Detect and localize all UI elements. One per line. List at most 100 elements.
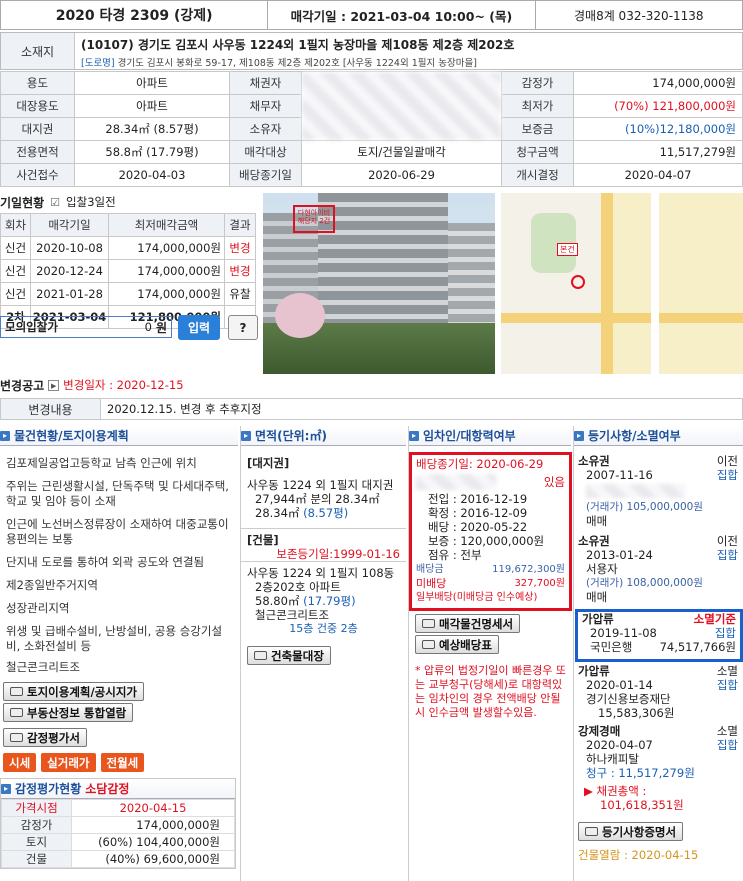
registry-link[interactable]: 집합 [717,548,738,562]
deposit-value: (10%)12,180,000원 [573,117,743,141]
history-round: 신건 [0,259,31,283]
appraisal-label: 토지 [1,833,72,851]
registry-status: 소멸 [716,724,738,738]
info-label: 감정가 [501,71,574,95]
appraisal-value: (40%) 69,600,000원 [71,850,235,868]
info-value: 58.8㎡ (17.79평) [74,140,230,164]
registry-name: 경기신용보증재단 [586,692,671,706]
history-result: 변경 [224,236,256,260]
appraisal-report-button[interactable]: 감정평가서 [3,728,87,747]
registry-date: 2013-01-24 [586,548,653,562]
info-label: 개시결정 [501,163,574,187]
land-pyeong: (8.57평) [303,506,349,520]
registry-link[interactable]: 집합 [717,738,738,752]
tenant-field: 배당 [428,520,450,534]
tenant-warning: * 압류의 법정기일이 빠른경우 또는 교부청구(당해세)로 대항력있는 임차인… [415,664,567,719]
property-desc: 철근콘크리트조 [6,660,81,674]
land-plan-button[interactable]: 토지이용계획/공시지가 [3,682,144,701]
mock-bid-box: 모의입찰가 0 원 [0,316,172,338]
registry-claim: 청구 : 11,517,279원 [586,766,695,780]
registry-kind: 매매 [586,514,608,528]
road-name-badge[interactable]: [도로명] [81,58,115,69]
history-title: 기일현황 [0,195,45,210]
appraisal-value: 2020-04-15 [71,799,235,817]
history-date: 2020-12-24 [30,259,109,283]
registry-date: 2020-01-14 [586,678,653,692]
info-value: 토지/건물일괄매각 [301,140,502,164]
property-photo[interactable]: 다현아이비 해당지 2건 [263,193,495,374]
registry-link[interactable]: 집합 [717,468,738,482]
building-ledger-button[interactable]: 건축물대장 [247,646,331,665]
registry-type: 가압류 [582,612,614,626]
column-registry: ▸ 등기사항/소멸여부 소유권 이전 2007-11-16 집합 (거래가) 105,… [573,426,743,881]
case-header: 2020 타경 2309 (강제) 매각기일 : 2021-03-04 10:0… [0,0,743,30]
road-address: 경기도 김포시 봉화로 59-17, 제108동 제2층 제202호 [사우동 … [117,58,477,69]
play-icon[interactable]: ▶ [48,379,60,391]
registry-link[interactable]: 집합 [715,626,736,640]
history-date: 2020-10-08 [30,236,109,260]
claim-total-label: 채권총액 : [596,784,647,798]
change-content-row: 변경내용 2020.12.15. 변경 후 추후지정 [0,398,743,420]
change-date: 변경일자 : 2020-12-15 [63,378,184,392]
floor-info: 15층 건중 2층 [289,622,358,635]
registry-status: 이전 [716,454,738,468]
tenant-field: 보증 [428,534,450,548]
real-transaction-button[interactable]: 실거래가 [41,753,96,772]
court-dept: 경매8계 032-320-1138 [573,8,704,23]
mock-bid-input[interactable]: 0 [62,320,156,334]
claim-value: 11,517,279원 [573,140,743,164]
info-value: 2020-06-29 [301,163,502,187]
folder-icon [254,651,267,660]
property-desc: 주위는 근린생활시설, 단독주택 및 다세대주택, 학교 및 임야 등이 소재 [6,479,229,508]
extinction-base-box: 가압류 소멸기준 2019-11-08 집합 국민은행 74,517,766원 [575,609,743,662]
history-title-row: 기일현황 ☑ 입찰3일전 [0,193,258,211]
mock-bid-submit-button[interactable]: 입력 [178,315,220,340]
history-result: 변경 [224,259,256,283]
sale-spec-button[interactable]: 매각물건명세서 [415,614,521,633]
appraisal-label: 건물 [1,850,72,868]
building-reg-date: 보존등기일:1999-01-16 [276,547,400,561]
arrow-icon: ▸ [0,430,10,441]
dividend-note: 일부배당(미배당금 인수예상) [416,592,538,603]
tenant-value: 120,000,000원 [460,534,545,548]
realestate-info-button[interactable]: 부동산정보 통합열람 [3,703,134,722]
info-label: 청구금액 [501,140,574,164]
history-date: 2021-01-28 [30,282,109,306]
history-price: 174,000,000원 [108,236,225,260]
arrow-icon: ▸ [409,430,419,441]
registry-name: 하나캐피탈 [586,752,639,766]
building-pyeong: (17.79평) [303,594,356,608]
sale-date: 매각기일 : 2021-03-04 10:00~ (목) [268,1,536,29]
expected-dividend-button[interactable]: 예상배당표 [415,635,499,654]
land-desc: 27,944㎡ 분의 28.34㎡ [255,492,380,506]
help-button[interactable]: ? [228,315,258,340]
registry-date: 2007-11-16 [586,468,653,482]
registry-cert-button[interactable]: 등기사항증명서 [578,822,684,841]
building-view-date: 건물열람 : 2020-04-15 [578,848,699,862]
registry-name: 서용자 [586,562,618,576]
location-map[interactable]: 본건 [501,193,743,374]
claim-total-value: 101,618,351원 [600,798,684,812]
location-marker-icon [571,275,585,289]
registry-link[interactable]: 집합 [717,678,738,692]
appraisal-firm-link[interactable]: 소담감정 [85,780,129,797]
info-label: 용도 [0,71,75,95]
total-arrow-icon: ▶ [584,784,597,798]
info-label: 전용면적 [0,140,75,164]
case-number: 2020 타경 2309 (강제) [1,1,269,29]
minimum-price: (70%) 121,800,000원 [573,94,743,118]
history-result: 유찰 [224,282,256,306]
section-header: ▸ 등기사항/소멸여부 [574,426,743,446]
dividend-label: 배당금 [416,564,444,575]
tenant-field: 확정 [428,506,450,520]
appraisal-header: ▸ 감정평가현황 소담감정 [1,779,235,799]
folder-icon [10,708,23,717]
redacted-owner [586,484,686,498]
market-price-button[interactable]: 시세 [3,753,37,772]
property-desc: 인근에 노선버스정류장이 소재하여 대중교통이용편의는 보통 [6,517,229,546]
history-table: 회차 매각기일 최저매각금액 결과 신건 2020-10-08 174,000,… [0,213,256,329]
change-content-label: 변경내용 [1,399,101,419]
registry-status: 소멸기준 [693,612,736,626]
info-value: 아파트 [74,94,230,118]
rent-price-button[interactable]: 전월세 [100,753,145,772]
